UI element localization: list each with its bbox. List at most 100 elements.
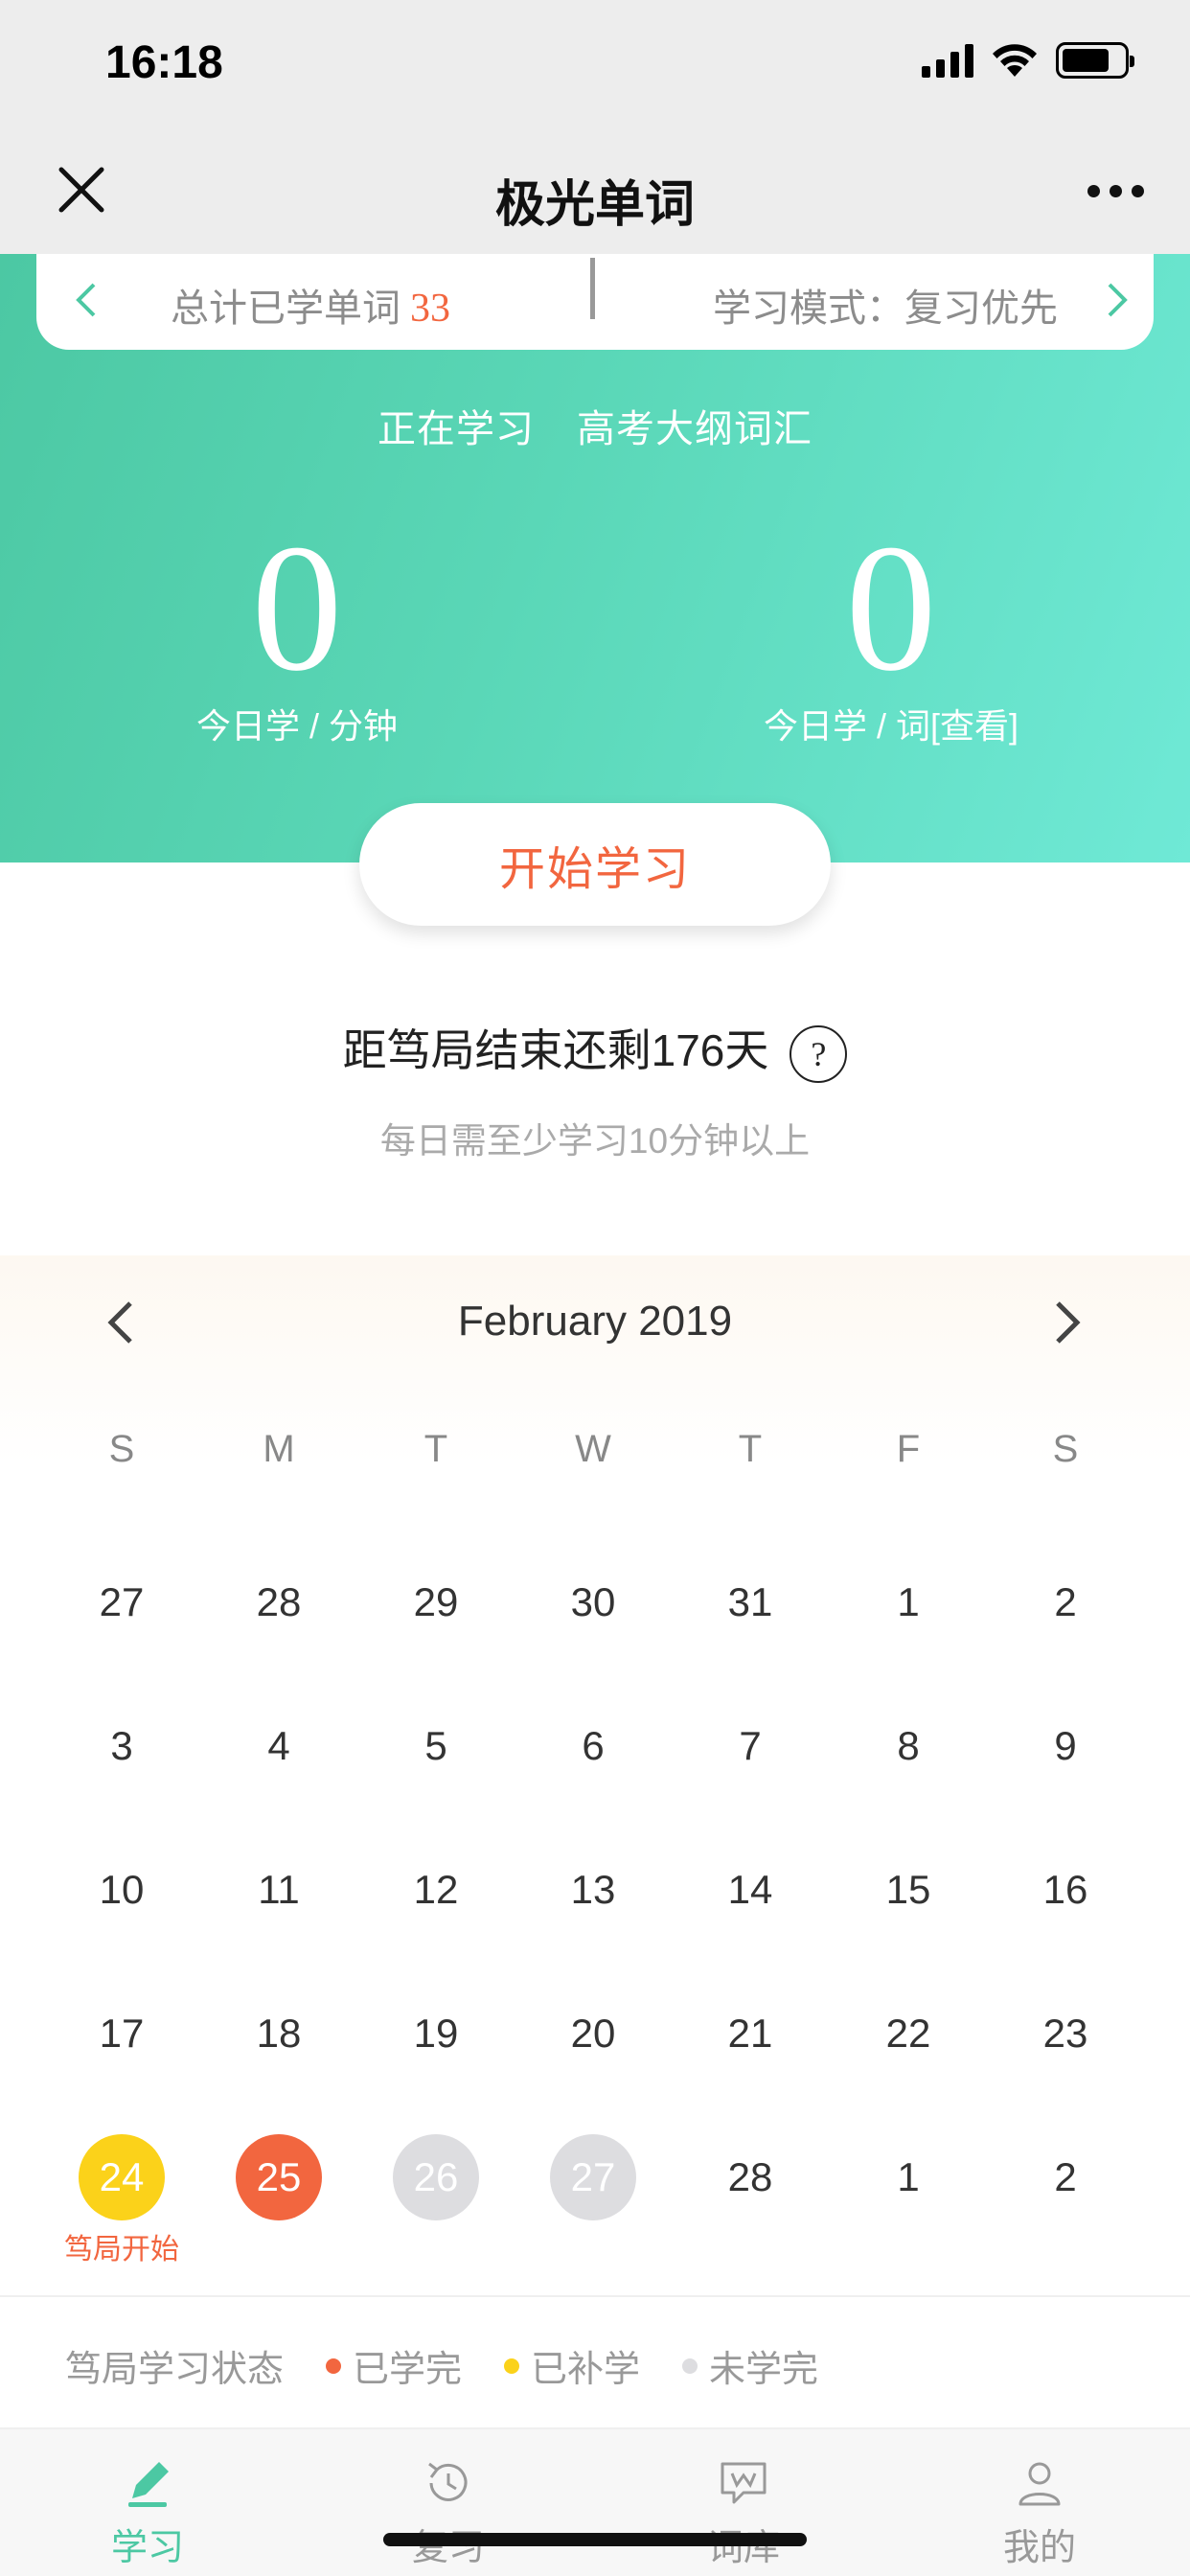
makeup-dot-icon	[504, 2358, 520, 2374]
home-indicator	[383, 2533, 807, 2546]
calendar-day[interactable]: 15	[860, 1842, 956, 1938]
calendar-day[interactable]: 22	[860, 1986, 956, 2082]
legend-makeup: 已补学	[531, 2350, 641, 2390]
calendar-day[interactable]: 21	[702, 1986, 798, 2082]
battery-icon	[1056, 42, 1134, 79]
countdown: 距笃局结束还剩176天?	[0, 1016, 1190, 1083]
start-learning-button[interactable]: 开始学习	[359, 803, 831, 926]
chevron-left-icon[interactable]	[69, 281, 103, 319]
calendar-day[interactable]: 6	[545, 1698, 641, 1794]
calendar-day[interactable]: 31	[702, 1554, 798, 1650]
today-minutes-label: 今日学 / 分钟	[195, 706, 398, 746]
user-icon	[1018, 2462, 1061, 2506]
calendar-week: 10 11 12 13 14 15 16	[0, 1842, 1190, 1947]
weekday: T	[738, 1428, 763, 1470]
legend-completed: 已学完	[353, 2350, 463, 2390]
calendar-day-makeup[interactable]: 24	[79, 2134, 165, 2220]
countdown-subtitle: 每日需至少学习10分钟以上	[379, 1121, 811, 1161]
status-legend: 笃局学习状态 已学完 已补学 未学完	[0, 2295, 1190, 2429]
calendar-day[interactable]: 30	[545, 1554, 641, 1650]
tab-study-label: 学习	[110, 2528, 184, 2568]
chevron-right-icon[interactable]	[1100, 281, 1134, 319]
today-words-label[interactable]: 今日学 / 词[查看]	[699, 699, 1083, 748]
calendar-day-completed[interactable]: 25	[236, 2134, 322, 2220]
more-icon[interactable]	[1087, 185, 1144, 197]
status-icons	[922, 42, 1134, 79]
calendar-day[interactable]: 19	[388, 1986, 484, 2082]
wifi-icon	[993, 44, 1037, 77]
total-learned-count: 33	[410, 287, 450, 331]
calendar-day[interactable]: 29	[388, 1554, 484, 1650]
word-bubble-icon	[721, 2462, 767, 2504]
incomplete-dot-icon	[682, 2358, 698, 2374]
tab-study[interactable]: 学习	[71, 2454, 224, 2570]
summary-divider	[590, 258, 595, 319]
weekday: F	[896, 1428, 921, 1470]
calendar-week: 17 18 19 20 21 22 23	[0, 1986, 1190, 2091]
calendar-week: 24 25 26 27 28 1 2 笃局开始	[0, 2129, 1190, 2266]
current-book-name: 高考大纲词汇	[577, 408, 812, 450]
calendar-day[interactable]: 9	[1018, 1698, 1113, 1794]
next-month-icon[interactable]	[1050, 1298, 1085, 1347]
calendar-day[interactable]: 23	[1018, 1986, 1113, 2082]
calendar-day[interactable]: 7	[702, 1698, 798, 1794]
weekday: S	[108, 1428, 135, 1470]
weekday: M	[263, 1428, 295, 1470]
tab-wordbank[interactable]: 词库	[667, 2454, 820, 2570]
hero-panel: 总计已学单词 33 学习模式：复习优先 正在学习 高考大纲词汇 0 今日学 / 分钟…	[0, 254, 1190, 862]
calendar-day[interactable]: 28	[702, 2129, 798, 2225]
legend-incomplete: 未学完	[709, 2350, 819, 2390]
help-icon[interactable]: ?	[790, 1024, 848, 1083]
weekday: W	[575, 1428, 611, 1470]
calendar-day[interactable]: 16	[1018, 1842, 1113, 1938]
status-bar: 16:18	[0, 0, 1190, 129]
today-minutes-value: 0	[251, 508, 343, 709]
cellular-signal-icon	[922, 43, 973, 78]
tab-bar: 学习 复习 词库 我的	[0, 2429, 1190, 2576]
current-book[interactable]: 正在学习 高考大纲词汇	[0, 398, 1190, 453]
calendar-day[interactable]: 27	[74, 1554, 170, 1650]
weekday: S	[1052, 1428, 1079, 1470]
today-words[interactable]: 0 今日学 / 词[查看]	[699, 508, 1083, 748]
today-minutes: 0 今日学 / 分钟	[105, 508, 489, 748]
today-words-value: 0	[845, 508, 937, 709]
calendar-day[interactable]: 20	[545, 1986, 641, 2082]
calendar-day[interactable]: 5	[388, 1698, 484, 1794]
summary-card: 总计已学单词 33 学习模式：复习优先	[36, 254, 1154, 350]
calendar-day[interactable]: 8	[860, 1698, 956, 1794]
calendar-day-incomplete[interactable]: 26	[393, 2134, 479, 2220]
calendar-day[interactable]: 18	[231, 1986, 327, 2082]
calendar-day[interactable]: 1	[860, 1554, 956, 1650]
study-mode[interactable]: 学习模式：复习优先	[713, 277, 1058, 333]
legend-title: 笃局学习状态	[65, 2350, 285, 2390]
calendar-day[interactable]: 11	[231, 1842, 327, 1938]
calendar-day[interactable]: 10	[74, 1842, 170, 1938]
calendar-day[interactable]: 12	[388, 1842, 484, 1938]
calendar-day-incomplete[interactable]: 27	[550, 2134, 636, 2220]
tab-me[interactable]: 我的	[963, 2454, 1116, 2570]
weekday: T	[423, 1428, 448, 1470]
calendar-month: February 2019	[457, 1298, 733, 1345]
current-book-prefix: 正在学习	[378, 408, 535, 450]
calendar-day[interactable]: 2	[1018, 1554, 1113, 1650]
nav-bar: 极光单词	[0, 129, 1190, 254]
total-learned[interactable]: 总计已学单词 33	[171, 277, 450, 333]
calendar-day[interactable]: 14	[702, 1842, 798, 1938]
history-icon	[428, 2462, 468, 2501]
tab-me-label: 我的	[1002, 2528, 1076, 2568]
pencil-icon	[128, 2462, 169, 2507]
countdown-text: 距笃局结束还剩176天	[342, 1025, 769, 1075]
calendar-day[interactable]: 4	[231, 1698, 327, 1794]
start-day-note: 笃局开始	[64, 2234, 179, 2266]
tab-review[interactable]: 复习	[372, 2454, 525, 2570]
calendar-week: 27 28 29 30 31 1 2	[0, 1554, 1190, 1660]
calendar-day[interactable]: 2	[1018, 2129, 1113, 2225]
calendar-day[interactable]: 28	[231, 1554, 327, 1650]
calendar-day[interactable]: 13	[545, 1842, 641, 1938]
status-time: 16:18	[105, 37, 223, 88]
calendar-day[interactable]: 17	[74, 1986, 170, 2082]
page-title: 极光单词	[494, 177, 695, 233]
calendar-day[interactable]: 1	[860, 2129, 956, 2225]
calendar: February 2019 S M T W T F S 27 28 29 30 …	[0, 1255, 1190, 2295]
calendar-day[interactable]: 3	[74, 1698, 170, 1794]
